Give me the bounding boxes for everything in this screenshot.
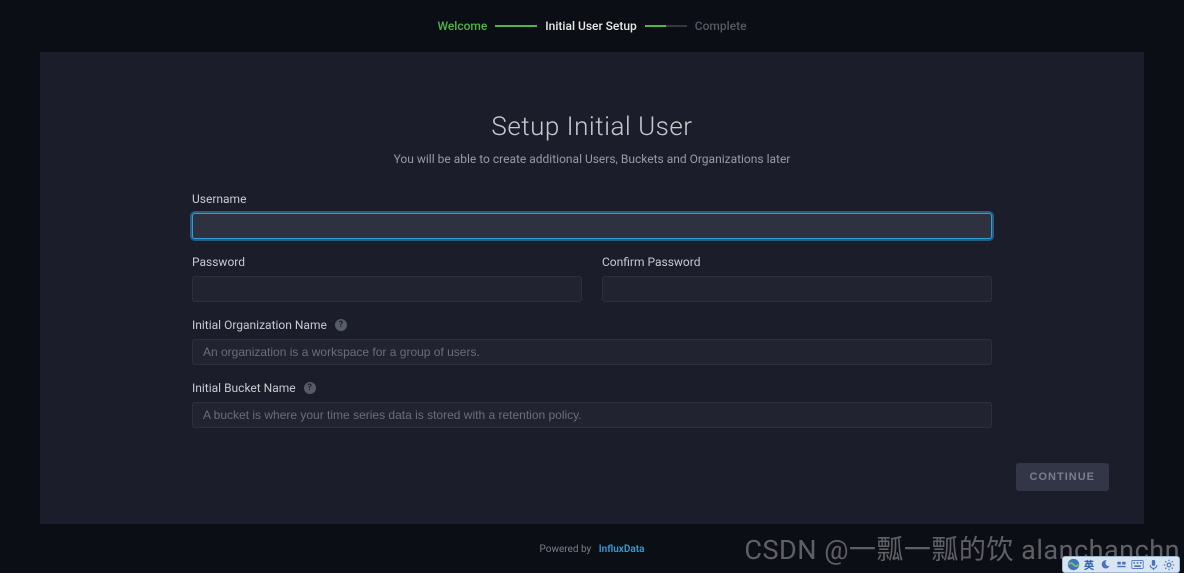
confirm-password-input[interactable] [602,276,992,302]
bucket-label: Initial Bucket Name [192,381,296,395]
confirm-password-label: Confirm Password [602,255,992,269]
username-label: Username [192,192,992,206]
organization-label: Initial Organization Name [192,318,327,332]
page-title: Setup Initial User [40,112,1144,142]
bucket-input[interactable] [192,402,992,428]
bucket-group: Initial Bucket Name ? [192,381,992,428]
step-complete: Complete [695,19,747,33]
moon-icon[interactable] [1098,558,1112,572]
organization-input[interactable] [192,339,992,365]
password-group: Password [192,255,582,302]
influxdata-link[interactable]: InfluxData [599,544,645,555]
mic-icon[interactable] [1146,558,1160,572]
wizard-steps: Welcome Initial User Setup Complete [0,0,1184,52]
question-icon[interactable]: ? [304,382,316,394]
organization-group: Initial Organization Name ? [192,318,992,365]
gear-icon[interactable] [1162,558,1176,572]
footer: Powered by InfluxData [0,544,1184,555]
step-divider [495,25,537,27]
setup-form: Username Password Confirm Password Initi… [192,192,992,428]
input-icon[interactable] [1114,558,1128,572]
ime-tray[interactable]: 英 [1062,556,1180,573]
globe-icon[interactable] [1066,558,1080,572]
step-welcome[interactable]: Welcome [437,19,487,33]
step-divider [645,25,687,27]
continue-button[interactable]: CONTINUE [1016,463,1109,491]
setup-panel: Setup Initial User You will be able to c… [40,52,1144,524]
username-input[interactable] [192,213,992,239]
lang-indicator[interactable]: 英 [1082,558,1096,572]
step-initial-user-setup[interactable]: Initial User Setup [545,19,637,33]
username-group: Username [192,192,992,239]
powered-by-text: Powered by [540,544,592,555]
password-input[interactable] [192,276,582,302]
question-icon[interactable]: ? [335,319,347,331]
password-label: Password [192,255,582,269]
page-subtitle: You will be able to create additional Us… [40,152,1144,166]
confirm-password-group: Confirm Password [602,255,992,302]
keyboard-icon[interactable] [1130,558,1144,572]
